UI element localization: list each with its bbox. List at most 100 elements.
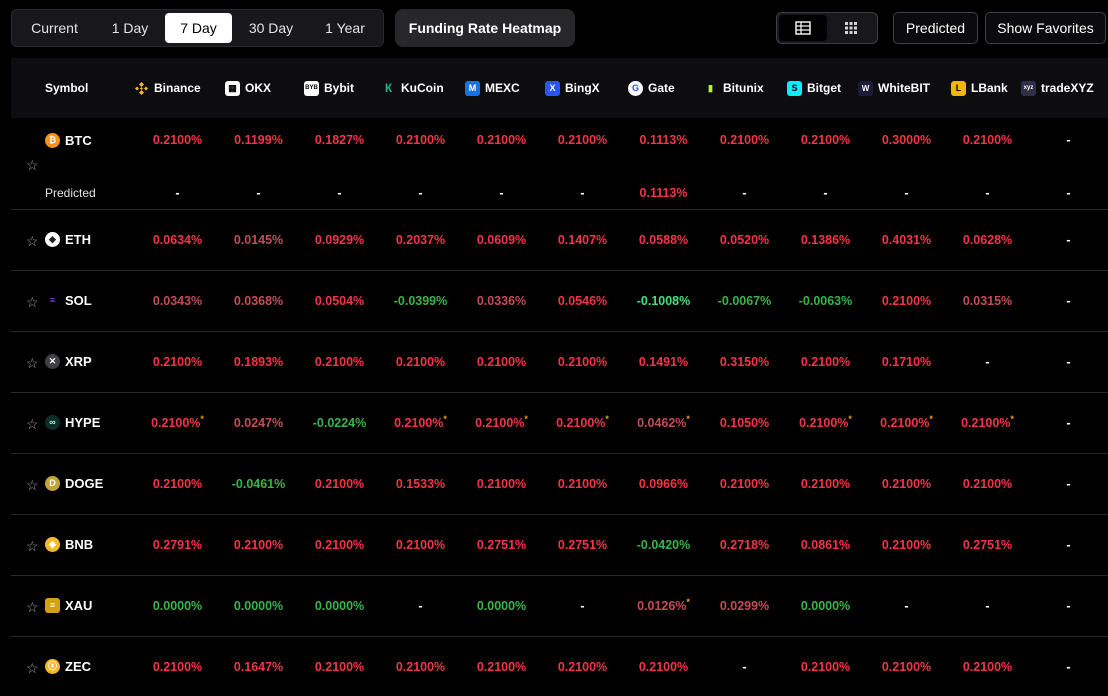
view-toggle: [776, 12, 878, 44]
coin-symbol: DOGE: [65, 476, 104, 491]
rate-value: 0.2100%: [476, 660, 527, 674]
exchange-header-bingx[interactable]: X BingX: [545, 80, 600, 96]
rate-cell-whitebit: -: [866, 186, 947, 200]
rate-cell-bitget: 0.2100%: [785, 660, 866, 674]
table-row-doge[interactable]: ☆ D DOGE 0.2100% -0.0461% 0.2100% 0.1533% 0.210…: [11, 454, 1108, 515]
table-icon: [795, 21, 811, 35]
rate-value: -: [1066, 538, 1071, 552]
table-row-zec[interactable]: ☆ ⓩ ZEC 0.2100% 0.1647% 0.2100% 0.2100% 0.2100%…: [11, 637, 1108, 696]
table-row-bnb[interactable]: ☆ ◆ BNB 0.2791% 0.2100% 0.2100% 0.2100% 0.2751%…: [11, 515, 1108, 576]
rate-cell-bingx: -: [542, 186, 623, 200]
rate-cell-okx: 0.1647%: [218, 660, 299, 674]
rate-cell-kucoin: -: [380, 186, 461, 200]
table-view-button[interactable]: [779, 15, 827, 41]
exchange-header-kucoin[interactable]: К KuCoin: [381, 80, 444, 96]
tab-current[interactable]: Current: [16, 13, 93, 43]
exchange-header-bitunix[interactable]: ▮ Bitunix: [703, 80, 764, 96]
rate-cell-binance: 0.2100%: [137, 355, 218, 369]
rate-cell-binance: 0.2100%: [137, 477, 218, 491]
rate-value: -0.0067%: [717, 294, 772, 308]
coin-zec: ⓩ ZEC: [45, 659, 91, 674]
rate-cell-bybit: 0.2100%: [299, 477, 380, 491]
grid-icon: [845, 22, 857, 34]
table-row-sol[interactable]: ☆ ≡ SOL 0.0343% 0.0368% 0.0504% -0.0399% 0.0336…: [11, 271, 1108, 332]
coin-symbol: ZEC: [65, 659, 91, 674]
kucoin-logo-icon: К: [384, 80, 393, 95]
favorite-star-icon[interactable]: ☆: [26, 356, 40, 370]
exchange-header-bitget[interactable]: S Bitget: [787, 80, 841, 96]
rate-value: 0.2100%: [800, 660, 851, 674]
rate-cell-tradexyz: -: [1028, 660, 1108, 674]
rate-value: -0.0420%: [636, 538, 691, 552]
rate-cell-bitunix: 0.0299%: [704, 599, 785, 613]
table-row-hype[interactable]: ☆ ∞ HYPE 0.2100%* 0.0247% -0.0224% 0.2100%* 0.2…: [11, 393, 1108, 454]
rate-cell-whitebit: 0.2100%*: [866, 414, 947, 430]
rate-value: 0.3000%: [881, 133, 932, 147]
rate-value: 0.2100%: [314, 355, 365, 369]
rate-cell-okx: 0.0247%: [218, 416, 299, 430]
exchange-header-whitebit[interactable]: W WhiteBIT: [858, 80, 930, 96]
exchange-header-lbank[interactable]: L LBank: [951, 80, 1008, 96]
exchange-header-bybit[interactable]: BYB Bybit: [304, 80, 354, 96]
rate-value: 0.2100%: [881, 477, 932, 491]
rate-value: -: [580, 186, 585, 200]
exchange-header-gate[interactable]: G Gate: [628, 80, 675, 96]
tab-7-day[interactable]: 7 Day: [165, 13, 232, 43]
favorite-star-icon[interactable]: ☆: [26, 417, 40, 431]
rate-value: 0.2100%: [881, 294, 932, 308]
rate-value: 0.1199%: [234, 133, 283, 147]
exchange-header-binance[interactable]: Binance: [134, 80, 201, 96]
favorite-star-icon[interactable]: ☆: [26, 661, 40, 675]
favorite-star-icon[interactable]: ☆: [26, 600, 40, 614]
rate-cell-kucoin: -: [380, 599, 461, 613]
rate-cell-bingx: 0.2100%: [542, 355, 623, 369]
rate-cell-bitunix: 0.2100%: [704, 477, 785, 491]
funding-rate-heatmap-button[interactable]: Funding Rate Heatmap: [395, 9, 575, 47]
rate-cell-binance: 0.2791%: [137, 538, 218, 552]
rate-value: 0.2791%: [152, 538, 203, 552]
predicted-button[interactable]: Predicted: [893, 12, 978, 44]
rate-value: 0.2100%: [394, 416, 444, 430]
rate-cell-bingx: 0.0546%: [542, 294, 623, 308]
estimated-marker: *: [605, 414, 609, 424]
exchange-header-tradexyz[interactable]: xyz tradeXYZ: [1021, 80, 1094, 96]
zec-coin-icon: ⓩ: [45, 659, 60, 674]
tab-1-day[interactable]: 1 Day: [93, 13, 167, 43]
table-row-xrp[interactable]: ☆ ✕ XRP 0.2100% 0.1893% 0.2100% 0.2100% 0.2100%…: [11, 332, 1108, 393]
table-row-xau[interactable]: ☆ ≡ XAU 0.0000% 0.0000% 0.0000% - 0.0000% - 0.012…: [11, 576, 1108, 637]
favorite-star-icon[interactable]: ☆: [26, 539, 40, 553]
rate-value: 0.0145%: [233, 233, 284, 247]
favorite-star-icon[interactable]: ☆: [26, 158, 40, 172]
favorite-star-icon[interactable]: ☆: [26, 234, 40, 248]
table-row-btc[interactable]: ☆ ₿ BTC Predicted 0.2100% 0.1199% 0.1827% 0…: [11, 118, 1108, 210]
top-controls: Current 1 Day 7 Day 30 Day 1 Year Fundin…: [0, 0, 1108, 58]
rate-value: 0.2100%: [557, 355, 608, 369]
show-favorites-button[interactable]: Show Favorites: [985, 12, 1106, 44]
sol-coin-icon: ≡: [45, 293, 60, 308]
rate-value: 0.0126%: [637, 599, 687, 613]
rate-cell-bitget: -0.0063%: [785, 294, 866, 308]
symbol-column-header[interactable]: Symbol: [45, 58, 88, 118]
rate-value: -: [985, 186, 990, 200]
tab-1-year[interactable]: 1 Year: [308, 13, 382, 43]
rate-cell-okx: 0.0368%: [218, 294, 299, 308]
rate-cell-bitunix: -: [704, 186, 785, 200]
rate-value: 0.2100%: [719, 133, 770, 147]
rate-value: 0.2100%: [962, 133, 1013, 147]
favorite-star-icon[interactable]: ☆: [26, 478, 40, 492]
rate-value: -: [742, 660, 747, 674]
exchange-header-okx[interactable]: ▦ OKX: [225, 80, 271, 96]
tab-30-day[interactable]: 30 Day: [234, 13, 308, 43]
rate-cell-binance: 0.0634%: [137, 233, 218, 247]
rate-value: -0.1008%: [636, 294, 691, 308]
rate-cell-gate: 0.0588%: [623, 233, 704, 247]
rate-value: 0.0588%: [638, 233, 689, 247]
favorite-star-icon[interactable]: ☆: [26, 295, 40, 309]
exchange-header-mexc[interactable]: M MEXC: [465, 80, 520, 96]
rate-cell-bybit: 0.0000%: [299, 599, 380, 613]
estimated-marker: *: [686, 414, 690, 424]
table-row-eth[interactable]: ☆ ◆ ETH 0.0634% 0.0145% 0.0929% 0.2037% 0.0609%…: [11, 210, 1108, 271]
grid-view-button[interactable]: [827, 15, 875, 41]
rate-value: 0.0634%: [152, 233, 203, 247]
rate-value: 0.2100%: [476, 477, 527, 491]
